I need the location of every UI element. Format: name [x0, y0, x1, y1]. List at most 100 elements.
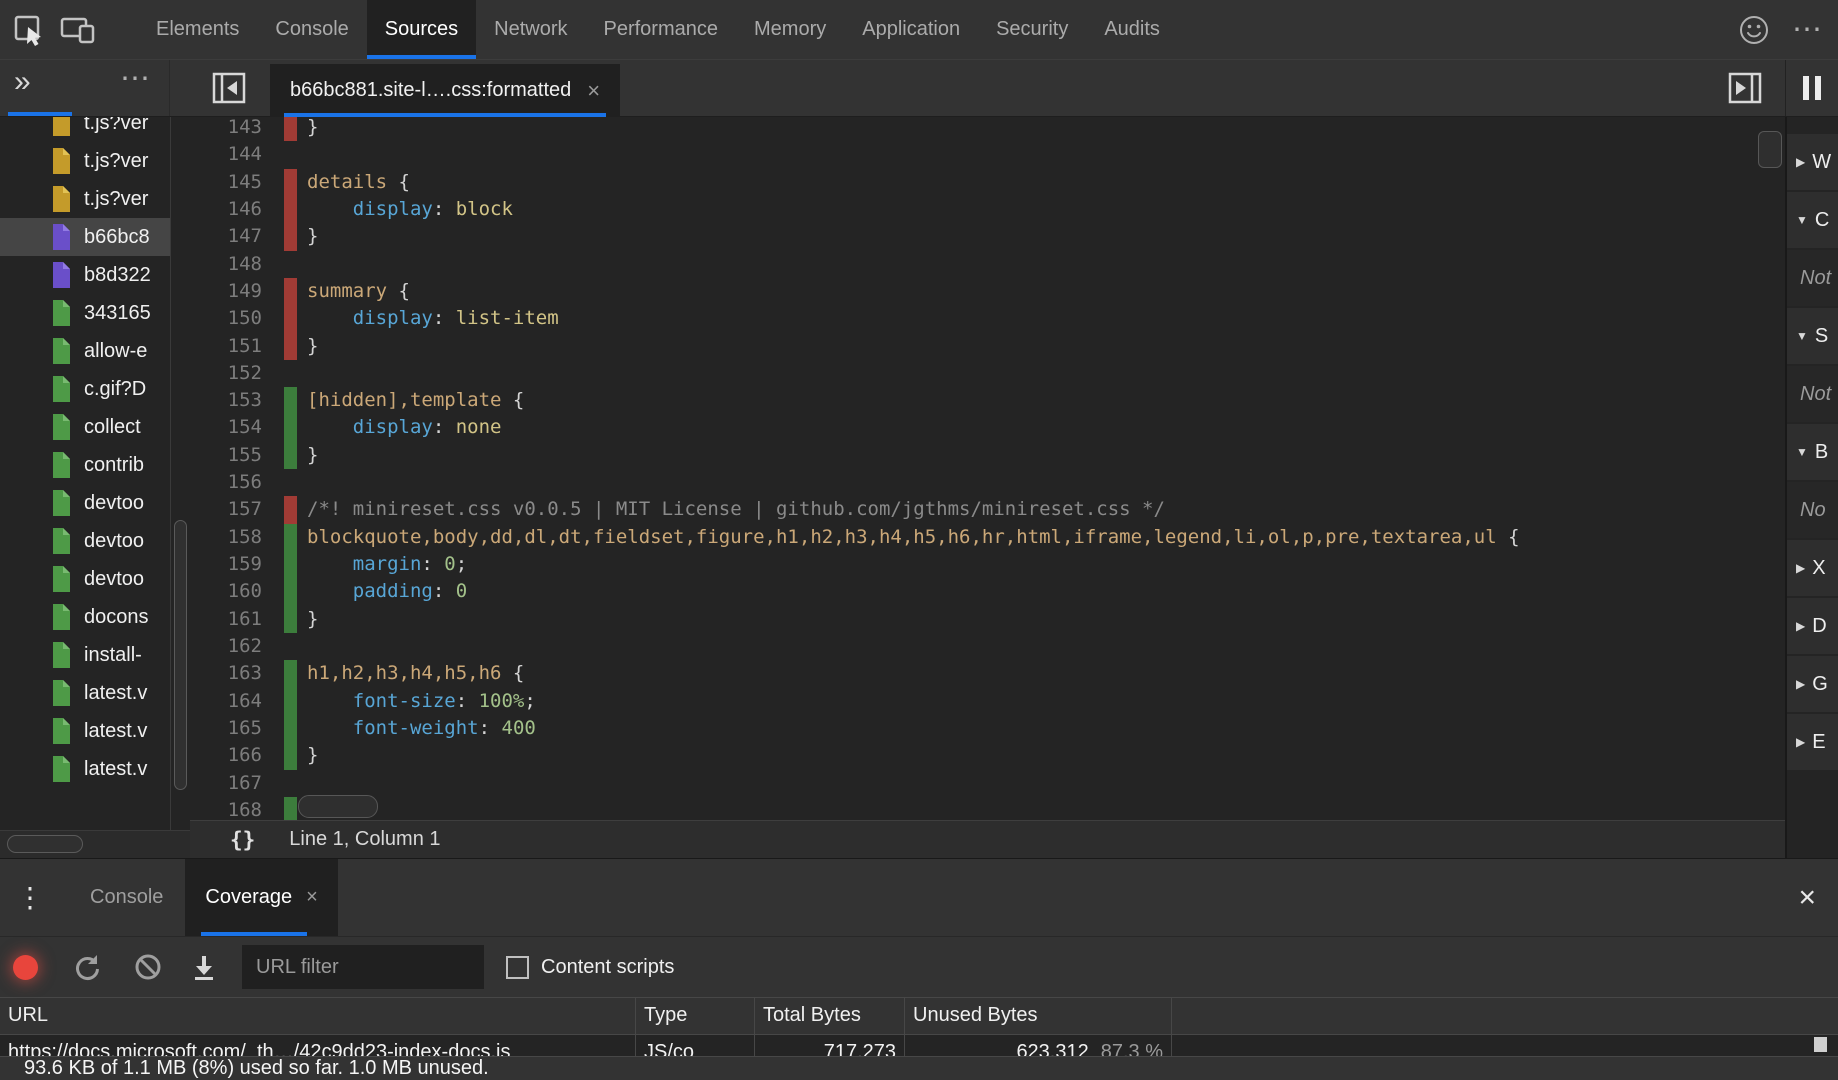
- content-scripts-checkbox[interactable]: [506, 956, 529, 979]
- line-number[interactable]: 145: [190, 169, 262, 196]
- code-editor[interactable]: 143}144145details {146 display: block147…: [190, 117, 1785, 820]
- reload-icon[interactable]: [73, 953, 101, 981]
- close-icon[interactable]: ×: [306, 886, 318, 909]
- line-number[interactable]: 168: [190, 797, 262, 820]
- code-line[interactable]: 154 display: none: [190, 414, 1785, 441]
- editor-horizontal-scrollbar-thumb[interactable]: [298, 795, 378, 818]
- line-number[interactable]: 153: [190, 387, 262, 414]
- chevron-double-right-icon[interactable]: »: [14, 65, 31, 99]
- file-item[interactable]: contrib: [0, 446, 170, 484]
- code-line[interactable]: 167: [190, 770, 1785, 797]
- code-line[interactable]: 159 margin: 0;: [190, 551, 1785, 578]
- tab-application[interactable]: Application: [844, 0, 978, 59]
- code-line[interactable]: 156: [190, 469, 1785, 496]
- navigator-vertical-scrollbar[interactable]: [170, 117, 190, 830]
- line-number[interactable]: 157: [190, 496, 262, 523]
- line-number[interactable]: 151: [190, 333, 262, 360]
- tab-security[interactable]: Security: [978, 0, 1086, 59]
- export-icon[interactable]: [191, 953, 217, 981]
- line-number[interactable]: 150: [190, 305, 262, 332]
- feedback-smiley-icon[interactable]: [1736, 12, 1772, 48]
- code-line[interactable]: 147}: [190, 223, 1785, 250]
- file-item[interactable]: b66bc8: [0, 218, 170, 256]
- navigator-more-icon[interactable]: ⋯: [120, 64, 150, 94]
- tab-elements[interactable]: Elements: [138, 0, 257, 59]
- file-item[interactable]: devtoo: [0, 484, 170, 522]
- code-line[interactable]: 152: [190, 360, 1785, 387]
- more-options-icon[interactable]: ⋯: [1792, 15, 1822, 45]
- code-line[interactable]: 149summary {: [190, 278, 1785, 305]
- file-item[interactable]: devtoo: [0, 560, 170, 598]
- tab-audits[interactable]: Audits: [1086, 0, 1178, 59]
- close-icon[interactable]: ×: [587, 80, 600, 102]
- code-line[interactable]: 158blockquote,body,dd,dl,dt,fieldset,fig…: [190, 524, 1785, 551]
- code-line[interactable]: 162: [190, 633, 1785, 660]
- drawer-menu-icon[interactable]: ⋮: [16, 884, 44, 912]
- line-number[interactable]: 166: [190, 742, 262, 769]
- line-number[interactable]: 163: [190, 660, 262, 687]
- debugger-section-header[interactable]: ▶E: [1787, 714, 1838, 770]
- editor-file-tab[interactable]: b66bc881.site-l….css:formatted ×: [270, 64, 620, 117]
- device-toolbar-icon[interactable]: [60, 12, 96, 48]
- line-number[interactable]: 161: [190, 606, 262, 633]
- line-number[interactable]: 149: [190, 278, 262, 305]
- tab-memory[interactable]: Memory: [736, 0, 844, 59]
- file-item[interactable]: collect: [0, 408, 170, 446]
- line-number[interactable]: 165: [190, 715, 262, 742]
- show-navigator-icon[interactable]: [212, 72, 246, 104]
- line-number[interactable]: 144: [190, 141, 262, 168]
- debugger-section-header[interactable]: ▼B: [1787, 424, 1838, 480]
- code-line[interactable]: 161}: [190, 606, 1785, 633]
- code-line[interactable]: 168: [190, 797, 1785, 820]
- code-line[interactable]: 143}: [190, 117, 1785, 141]
- column-header-unused-bytes[interactable]: Unused Bytes: [905, 998, 1172, 1034]
- line-number[interactable]: 167: [190, 770, 262, 797]
- line-number[interactable]: 143: [190, 117, 262, 141]
- inspect-element-icon[interactable]: [12, 12, 48, 48]
- debugger-section-header[interactable]: ▶D: [1787, 598, 1838, 654]
- code-line[interactable]: 146 display: block: [190, 196, 1785, 223]
- navigator-horizontal-scrollbar[interactable]: [0, 830, 190, 858]
- code-line[interactable]: 145details {: [190, 169, 1785, 196]
- pretty-print-button[interactable]: {}: [230, 828, 255, 852]
- code-line[interactable]: 166}: [190, 742, 1785, 769]
- file-item[interactable]: install-: [0, 636, 170, 674]
- code-line[interactable]: 160 padding: 0: [190, 578, 1785, 605]
- code-line[interactable]: 164 font-size: 100%;: [190, 688, 1785, 715]
- file-item[interactable]: t.js?ver: [0, 142, 170, 180]
- url-filter-input[interactable]: [242, 945, 484, 989]
- code-line[interactable]: 155}: [190, 442, 1785, 469]
- line-number[interactable]: 156: [190, 469, 262, 496]
- coverage-table-row[interactable]: https://docs.microsoft.com/_th…/42c9dd23…: [0, 1035, 1838, 1056]
- file-item[interactable]: devtoo: [0, 522, 170, 560]
- line-number[interactable]: 158: [190, 524, 262, 551]
- column-header-url[interactable]: URL: [0, 998, 636, 1034]
- file-item[interactable]: latest.v: [0, 712, 170, 750]
- drawer-close-icon[interactable]: ×: [1798, 883, 1816, 913]
- debugger-section-header[interactable]: ▶G: [1787, 656, 1838, 712]
- clear-icon[interactable]: [134, 953, 162, 981]
- line-number[interactable]: 146: [190, 196, 262, 223]
- debugger-section-header[interactable]: ▶X: [1787, 540, 1838, 596]
- line-number[interactable]: 160: [190, 578, 262, 605]
- file-item[interactable]: allow-e: [0, 332, 170, 370]
- tab-coverage[interactable]: Coverage ×: [185, 859, 337, 936]
- debugger-section-header[interactable]: ▼S: [1787, 308, 1838, 364]
- line-number[interactable]: 155: [190, 442, 262, 469]
- code-line[interactable]: 148: [190, 251, 1785, 278]
- column-header-type[interactable]: Type: [636, 998, 755, 1034]
- code-line[interactable]: 153[hidden],template {: [190, 387, 1785, 414]
- table-scrollbar-thumb[interactable]: [1814, 1037, 1827, 1052]
- code-line[interactable]: 165 font-weight: 400: [190, 715, 1785, 742]
- file-item[interactable]: latest.v: [0, 674, 170, 712]
- file-item[interactable]: c.gif?D: [0, 370, 170, 408]
- file-item[interactable]: t.js?ver: [0, 117, 170, 142]
- tab-sources[interactable]: Sources: [367, 0, 476, 59]
- record-coverage-button[interactable]: [13, 955, 38, 980]
- line-number[interactable]: 159: [190, 551, 262, 578]
- code-line[interactable]: 157/*! minireset.css v0.0.5 | MIT Licens…: [190, 496, 1785, 523]
- file-item[interactable]: 343165: [0, 294, 170, 332]
- column-header-total-bytes[interactable]: Total Bytes: [755, 998, 905, 1034]
- file-item[interactable]: t.js?ver: [0, 180, 170, 218]
- debugger-section-header[interactable]: ▶W: [1787, 134, 1838, 190]
